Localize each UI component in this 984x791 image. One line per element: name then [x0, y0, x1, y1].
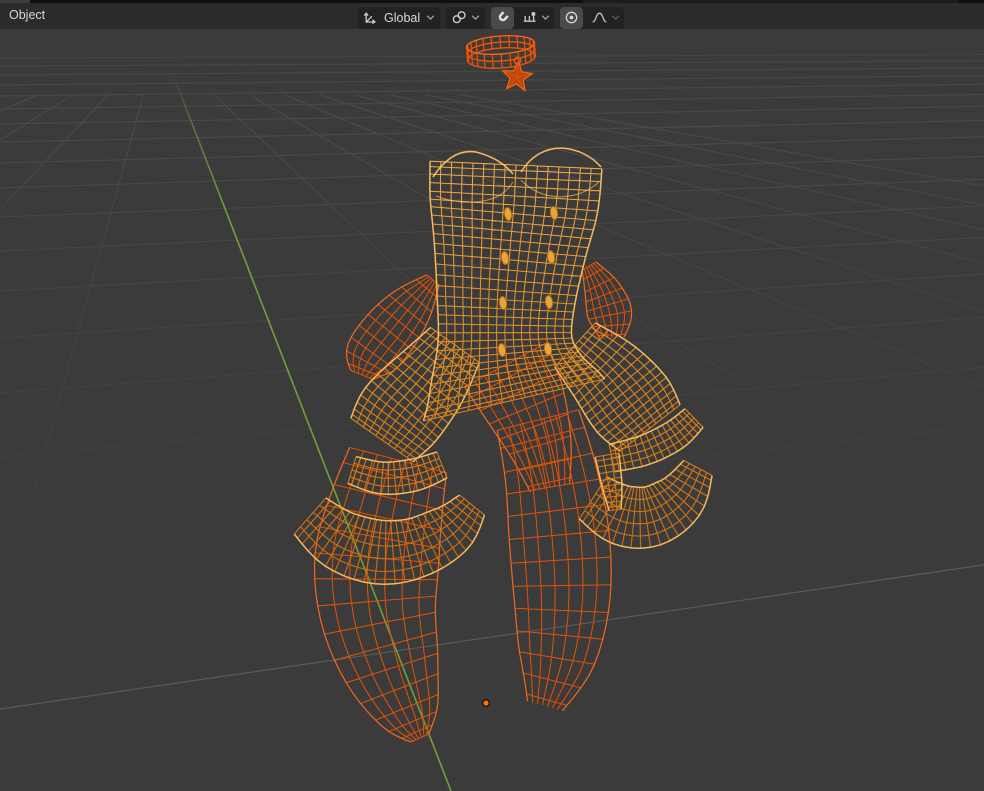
falloff-dropdown[interactable] — [587, 7, 624, 29]
viewport-header-controls: Global — [358, 6, 625, 29]
viewport-header: Object Global — [0, 3, 984, 29]
3d-viewport-canvas[interactable] — [0, 0, 984, 791]
pivot-point-dropdown[interactable] — [446, 6, 486, 29]
tab-strip-left-segment — [0, 0, 30, 3]
orientation-axes-icon — [363, 12, 377, 24]
workspace-tab-strip — [0, 0, 984, 3]
object-mode-menu[interactable]: Object — [9, 8, 45, 22]
snapping-control — [491, 6, 555, 29]
proportional-editing-control — [560, 6, 625, 29]
chevron-down-icon — [426, 15, 435, 20]
blender-window: Object Global — [0, 0, 984, 791]
snap-increment-icon — [523, 12, 536, 22]
chevron-down-icon — [471, 15, 480, 20]
chevron-down-icon — [611, 15, 620, 20]
object-origin-dot — [482, 699, 491, 708]
proportional-editing-toggle[interactable] — [560, 6, 584, 29]
pivot-point-icon — [452, 11, 466, 24]
chevron-down-icon — [541, 15, 550, 20]
tab-strip-mid-segment — [583, 0, 958, 3]
snap-target-dropdown[interactable] — [518, 7, 554, 29]
proportional-editing-icon — [565, 11, 578, 24]
orientation-label: Global — [384, 10, 421, 25]
transform-orientation-dropdown[interactable]: Global — [358, 6, 441, 29]
snap-magnet-icon — [498, 11, 509, 22]
snap-toggle-button[interactable] — [491, 6, 515, 29]
smooth-falloff-icon — [592, 12, 607, 23]
